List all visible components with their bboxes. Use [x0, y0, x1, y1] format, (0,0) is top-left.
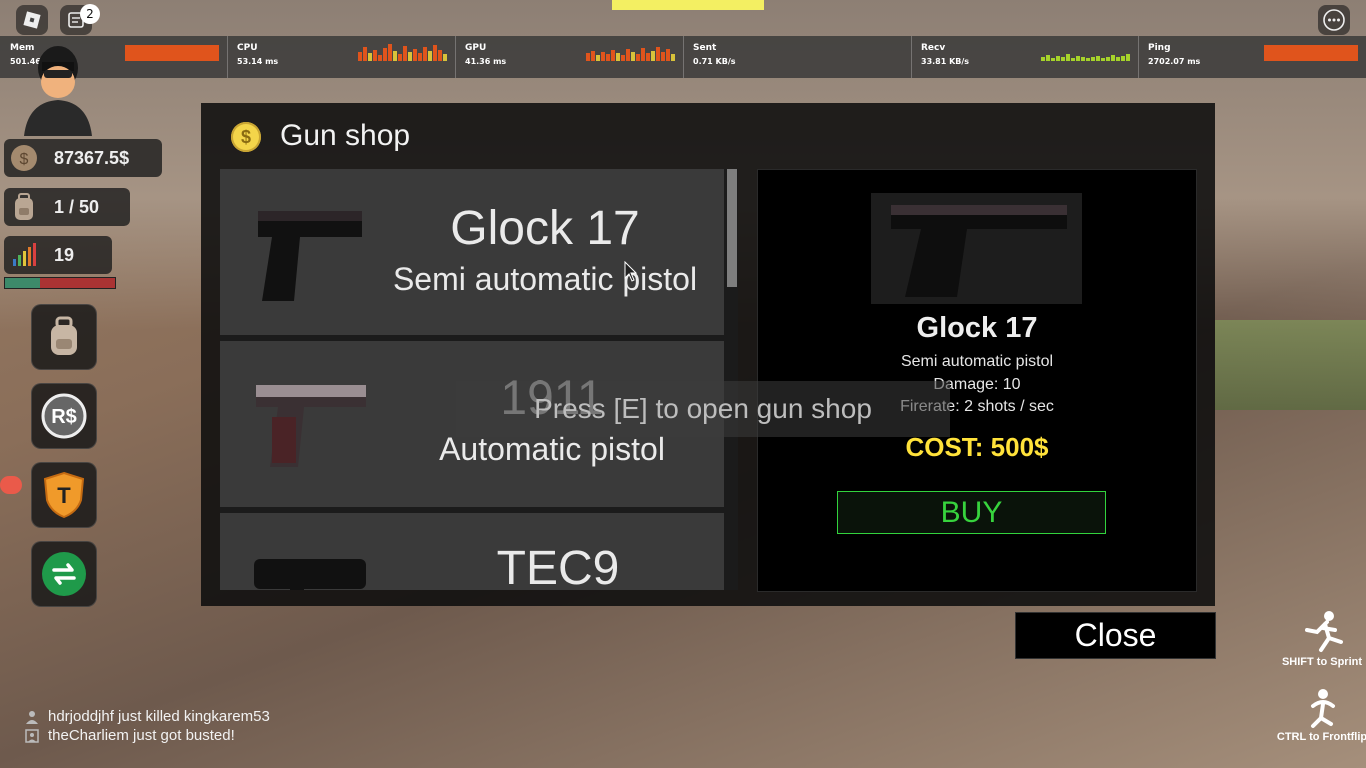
level-progress-bar	[4, 277, 116, 289]
team-button[interactable]: T	[31, 462, 97, 528]
more-options-button[interactable]	[1318, 5, 1350, 35]
stat-label: GPU	[465, 43, 487, 53]
close-button[interactable]: Close	[1015, 612, 1216, 659]
background-marker	[0, 476, 22, 494]
sprint-icon	[1299, 608, 1347, 656]
gun-name: Glock 17	[450, 202, 640, 255]
frontflip-icon	[1303, 688, 1343, 730]
stat-label: CPU	[237, 43, 258, 53]
stat-graph	[358, 44, 447, 61]
stat-value: 53.14 ms	[237, 57, 279, 66]
chat-badge: 2	[80, 4, 100, 24]
refresh-icon	[42, 552, 86, 596]
stat-value: 0.71 KB/s	[693, 57, 736, 66]
stat-value: 33.81 KB/s	[921, 57, 970, 66]
backpack-icon	[51, 316, 77, 355]
stat-recv[interactable]: Recv 33.81 KB/s	[911, 36, 1139, 78]
more-icon	[1323, 9, 1345, 31]
svg-text:$: $	[20, 151, 29, 168]
gun-list-scrollbar[interactable]	[727, 169, 737, 287]
stat-graph	[1264, 44, 1358, 61]
roblox-menu-button[interactable]	[16, 5, 48, 35]
tec9-smg-icon	[254, 559, 366, 590]
stat-graph	[586, 44, 675, 61]
player-icon	[24, 710, 40, 724]
level-progress-fill	[5, 278, 41, 288]
refresh-button[interactable]	[31, 541, 97, 607]
1911-pistol-icon	[256, 385, 366, 467]
stat-label: Ping	[1148, 43, 1171, 53]
roblox-logo-icon	[23, 11, 41, 29]
robux-shop-button[interactable]: R$	[31, 383, 97, 449]
stat-gpu[interactable]: GPU 41.36 ms	[455, 36, 684, 78]
glock-pistol-icon	[258, 211, 362, 301]
shop-title: Gun shop	[280, 119, 411, 152]
player-avatar	[24, 46, 92, 136]
svg-text:R$: R$	[51, 406, 77, 428]
stat-label: Recv	[921, 43, 946, 53]
kill-feed-text: theCharliem just got busted!	[48, 727, 235, 744]
gun-preview-image	[871, 193, 1082, 304]
coin-icon: $	[231, 122, 261, 152]
arrest-icon	[24, 728, 40, 743]
backpack-button[interactable]	[31, 304, 97, 370]
money-value: 87367.5$	[54, 147, 130, 168]
stat-sent[interactable]: Sent 0.71 KB/s	[683, 36, 912, 78]
stat-value: 2702.07 ms	[1148, 57, 1201, 66]
backpack-icon	[8, 191, 40, 223]
frontflip-hint: CTRL to Frontflip	[1276, 731, 1366, 743]
gun-item-tec9[interactable]: TEC9	[220, 513, 724, 590]
background-platform	[1215, 320, 1366, 410]
performance-stats-bar: Mem 501.46 MB CPU 53.14 ms GPU 41.36 ms …	[0, 36, 1366, 78]
mouse-cursor-icon	[624, 261, 638, 282]
level-value: 19	[54, 244, 75, 265]
robux-icon: R$	[41, 393, 87, 439]
money-display: $ 87367.5$	[4, 139, 162, 177]
stat-label: Sent	[693, 43, 717, 53]
level-bars-icon	[8, 239, 40, 271]
detail-gun-name: Glock 17	[916, 312, 1038, 344]
detail-gun-description: Semi automatic pistol	[900, 353, 1054, 370]
gun-item-glock17[interactable]: Glock 17 Semi automatic pistol	[220, 169, 724, 335]
kill-feed-item: theCharliem just got busted!	[24, 727, 235, 744]
sprint-hint: SHIFT to Sprint	[1281, 656, 1363, 668]
stat-ping[interactable]: Ping 2702.07 ms	[1138, 36, 1366, 78]
gun-name: TEC9	[496, 542, 620, 590]
stat-graph	[1041, 44, 1130, 61]
level-display: 19	[4, 236, 112, 274]
buy-button[interactable]: BUY	[837, 491, 1106, 534]
inventory-display: 1 / 50	[4, 188, 130, 226]
background-sign	[612, 0, 764, 10]
kill-feed-item: hdrjoddjhf just killed kingkarem53	[24, 708, 270, 725]
stat-value: 41.36 ms	[465, 57, 507, 66]
svg-text:T: T	[57, 483, 71, 508]
stat-graph	[125, 44, 219, 61]
stat-cpu[interactable]: CPU 53.14 ms	[227, 36, 456, 78]
money-bag-icon: $	[8, 142, 40, 174]
interaction-prompt: Press [E] to open gun shop	[456, 381, 950, 437]
gun-shop-panel: $ Gun shop Glock 17 Semi automatic pisto…	[201, 103, 1215, 606]
shield-icon: T	[43, 471, 85, 519]
gun-list[interactable]: Glock 17 Semi automatic pistol 1911 Auto…	[220, 169, 738, 590]
kill-feed-text: hdrjoddjhf just killed kingkarem53	[48, 708, 270, 725]
inventory-value: 1 / 50	[54, 196, 100, 217]
gun-description: Semi automatic pistol	[392, 261, 698, 297]
